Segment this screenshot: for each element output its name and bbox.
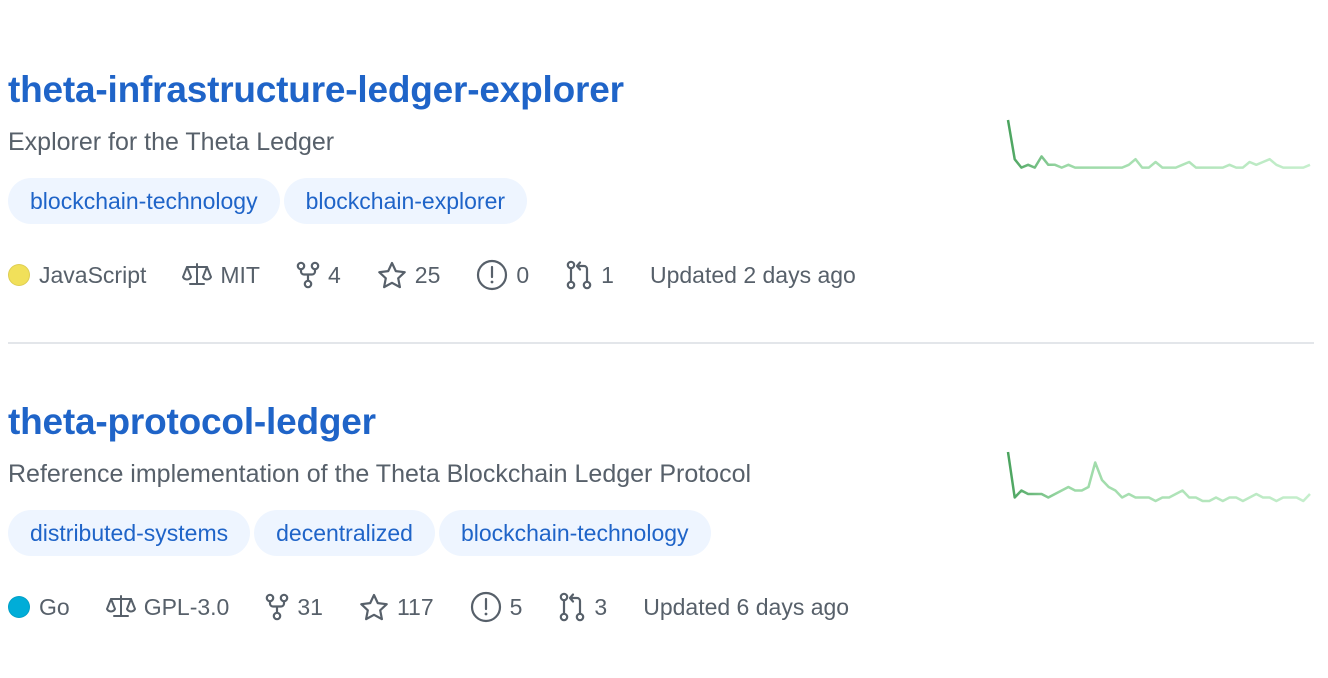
license: MIT	[182, 262, 260, 289]
repo-item: theta-protocol-ledger Reference implemen…	[8, 398, 1314, 678]
activity-sparkline	[1006, 119, 1311, 169]
issue-icon	[470, 591, 501, 623]
fork-icon	[266, 593, 289, 621]
issues-count: 0	[516, 261, 530, 288]
fork-icon	[296, 261, 320, 289]
repo-title-link[interactable]: theta-protocol-ledger	[8, 400, 376, 444]
pull-request-icon	[560, 592, 585, 622]
pull-requests-link[interactable]: 3	[558, 591, 607, 623]
license: GPL-3.0	[105, 593, 230, 621]
issues-link[interactable]: 5	[470, 591, 523, 623]
repo-meta: JavaScript MIT 4 25 0 1 Updated 2 days a…	[8, 254, 892, 296]
repo-description: Explorer for the Theta Ledger	[8, 128, 335, 156]
language: Go	[8, 594, 70, 621]
repo-item: theta-infrastructure-ledger-explorer Exp…	[8, 66, 1314, 346]
forks-count: 4	[327, 261, 341, 288]
topic-tag[interactable]: blockchain-explorer	[283, 178, 528, 224]
stars-link[interactable]: 25	[377, 261, 441, 289]
sparkline-path	[1006, 119, 1311, 169]
forks-count: 31	[297, 593, 323, 620]
repo-title-link[interactable]: theta-infrastructure-ledger-explorer	[8, 68, 624, 112]
license-label: GPL-3.0	[143, 593, 230, 620]
updated-time: Updated 6 days ago	[643, 593, 850, 620]
pull-requests-count: 1	[601, 261, 614, 288]
law-scale-icon	[182, 263, 213, 285]
license-label: MIT	[220, 261, 260, 288]
repo-meta: Go GPL-3.0 31 117 5 3 Updated 6 days ago	[8, 586, 885, 628]
pull-requests-link[interactable]: 1	[565, 259, 614, 291]
issues-link[interactable]: 0	[476, 259, 529, 291]
divider	[8, 342, 1314, 344]
language-label: Go	[39, 593, 70, 620]
star-icon	[377, 261, 406, 289]
forks-link[interactable]: 4	[296, 261, 341, 289]
forks-link[interactable]: 31	[265, 593, 323, 621]
star-icon	[360, 593, 388, 621]
pull-requests-count: 3	[594, 593, 608, 620]
topic-list: distributed-systems decentralized blockc…	[8, 510, 711, 556]
updated-time: Updated 2 days ago	[649, 261, 856, 288]
issue-icon	[477, 259, 508, 291]
topic-tag[interactable]: distributed-systems	[8, 510, 251, 556]
topic-tag[interactable]: decentralized	[254, 510, 435, 556]
stars-link[interactable]: 117	[359, 593, 434, 621]
language: JavaScript	[8, 262, 146, 289]
activity-sparkline	[1006, 451, 1311, 503]
topic-list: blockchain-technology blockchain-explore…	[8, 178, 528, 224]
language-color-dot	[8, 596, 30, 618]
law-scale-icon	[105, 595, 136, 617]
issues-count: 5	[509, 593, 523, 620]
stars-count: 25	[414, 261, 441, 288]
language-color-dot	[8, 264, 30, 286]
sparkline-path	[1006, 451, 1311, 503]
topic-tag[interactable]: blockchain-technology	[8, 178, 280, 224]
language-label: JavaScript	[39, 261, 147, 288]
stars-count: 117	[396, 593, 434, 620]
pull-request-icon	[566, 260, 592, 290]
repo-description: Reference implementation of the Theta Bl…	[8, 460, 752, 488]
topic-tag[interactable]: blockchain-technology	[438, 510, 711, 556]
